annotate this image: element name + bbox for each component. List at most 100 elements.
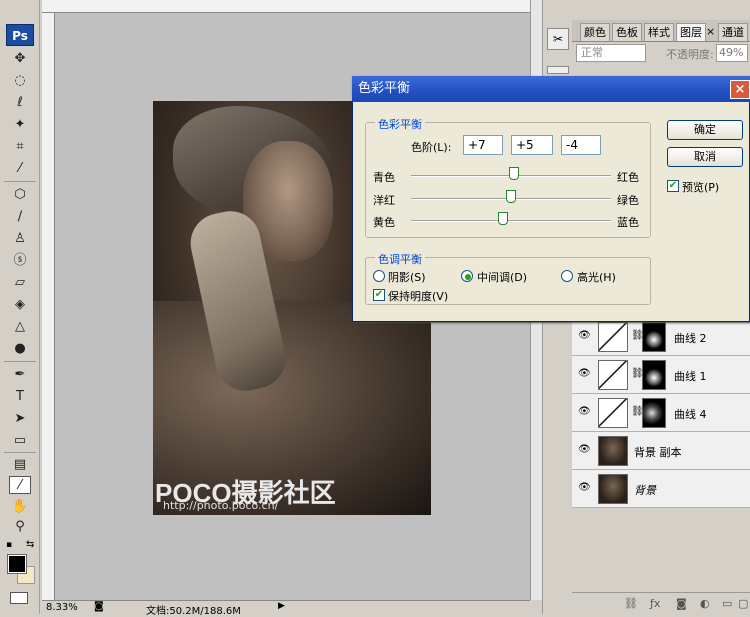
status-menu-icon[interactable]: ◙ — [94, 601, 104, 612]
eraser-tool-icon[interactable]: ▱ — [9, 274, 31, 292]
midtones-label[interactable]: 中间调(D) — [477, 269, 527, 285]
layer-name: 曲线 2 — [674, 332, 707, 345]
dialog-close-icon[interactable]: × — [730, 80, 750, 99]
layer-row[interactable]: 👁 ⛓ 曲线 1 — [572, 356, 750, 394]
horizontal-ruler — [42, 0, 530, 13]
shadows-label[interactable]: 阴影(S) — [388, 269, 426, 285]
highlights-radio[interactable] — [561, 270, 573, 282]
brush-tool-icon[interactable]: ∕ — [9, 208, 31, 226]
tab-layers[interactable]: 图层 — [676, 23, 706, 41]
visibility-eye-icon[interactable]: 👁 — [578, 406, 592, 418]
new-group-icon[interactable]: ▭ — [722, 597, 732, 610]
visibility-eye-icon[interactable]: 👁 — [578, 368, 592, 380]
midtones-radio[interactable] — [461, 270, 473, 282]
watermark-url: http://photo.poco.cn/ — [163, 499, 279, 512]
tab-styles[interactable]: 样式 — [644, 23, 674, 41]
layer-row[interactable]: 👁 背景 副本 — [572, 432, 750, 470]
yellow-blue-slider-track[interactable] — [411, 220, 611, 222]
new-layer-icon[interactable]: ▢ — [738, 597, 748, 610]
shadows-radio[interactable] — [373, 270, 385, 282]
visibility-eye-icon[interactable]: 👁 — [578, 444, 592, 456]
slider-left-label: 青色 — [373, 171, 395, 184]
pen-tool-icon[interactable]: ✒ — [9, 366, 31, 384]
slider-right-label: 绿色 — [617, 194, 639, 207]
slider-right-label: 红色 — [617, 171, 639, 184]
marquee-tool-icon[interactable]: ◌ — [9, 72, 31, 90]
preserve-luminosity-checkbox[interactable]: ✔ — [373, 289, 385, 301]
blur-tool-icon[interactable]: △ — [9, 318, 31, 336]
slider-left-label: 洋红 — [373, 194, 395, 207]
tab-close-icon[interactable]: × — [706, 25, 715, 38]
swap-colors-icon[interactable]: ⇆ — [26, 539, 34, 550]
link-layers-icon[interactable]: ⛓ — [624, 597, 638, 610]
tab-channels[interactable]: 通道 — [718, 23, 748, 41]
preview-checkbox[interactable]: ✔ — [667, 180, 679, 192]
yellow-blue-slider-thumb[interactable] — [498, 212, 508, 225]
eyedropper-tool-icon[interactable]: ⁄ — [9, 476, 31, 494]
zoom-level[interactable]: 8.33% — [46, 602, 78, 613]
quick-mask-icon[interactable] — [10, 592, 28, 604]
tool-separator — [4, 452, 36, 453]
crop-tool-icon[interactable]: ⌗ — [9, 138, 31, 156]
opacity-input[interactable]: 49% — [716, 44, 748, 62]
layer-name: 曲线 4 — [674, 408, 707, 421]
panel-tabs: 颜色 色板 样式 图层 × 通道 — [572, 20, 750, 42]
curves-adjustment-icon — [598, 322, 628, 352]
zoom-tool-icon[interactable]: ⚲ — [9, 518, 31, 536]
layer-row[interactable]: 👁 ⛓ 曲线 2 — [572, 318, 750, 356]
slider-left-label: 黄色 — [373, 216, 395, 229]
adjustment-layer-icon[interactable]: ◐ — [700, 597, 710, 610]
cyan-red-slider-thumb[interactable] — [509, 167, 519, 180]
tab-color[interactable]: 颜色 — [580, 23, 610, 41]
magic-wand-tool-icon[interactable]: ✦ — [9, 116, 31, 134]
layer-name: 背景 副本 — [634, 446, 682, 459]
layer-thumbnail — [598, 436, 628, 466]
lasso-tool-icon[interactable]: ℓ — [9, 94, 31, 112]
color-balance-group-title: 色彩平衡 — [375, 116, 425, 132]
blend-mode-select[interactable]: 正常 — [576, 44, 646, 62]
status-arrow-icon[interactable]: ▶ — [278, 601, 285, 611]
level-yellow-blue-input[interactable]: -4 — [561, 135, 601, 155]
dodge-tool-icon[interactable]: ● — [9, 340, 31, 358]
highlights-label[interactable]: 高光(H) — [577, 269, 616, 285]
hand-tool-icon[interactable]: ✋ — [9, 498, 31, 516]
level-cyan-red-input[interactable]: +7 — [463, 135, 503, 155]
type-tool-icon[interactable]: T — [9, 388, 31, 406]
vertical-ruler — [42, 13, 55, 600]
path-selection-tool-icon[interactable]: ➤ — [9, 410, 31, 428]
clone-stamp-tool-icon[interactable]: ♙ — [9, 230, 31, 248]
layers-panel-footer: ⛓ ƒx ◙ ◐ ▭ ▢ — [572, 592, 750, 614]
layer-row[interactable]: 👁 ⛓ 曲线 4 — [572, 394, 750, 432]
eyedropper-slice-tool-icon[interactable]: ⁄ — [9, 160, 31, 178]
level-magenta-green-input[interactable]: +5 — [511, 135, 553, 155]
curves-adjustment-icon — [598, 360, 628, 390]
add-mask-icon[interactable]: ◙ — [676, 597, 687, 610]
paint-bucket-tool-icon[interactable]: ◈ — [9, 296, 31, 314]
notes-tool-icon[interactable]: ▤ — [9, 456, 31, 474]
dialog-title[interactable]: 色彩平衡 — [352, 76, 750, 102]
magenta-green-slider-thumb[interactable] — [506, 190, 516, 203]
cancel-button[interactable]: 取消 — [667, 147, 743, 167]
foreground-color-swatch[interactable] — [7, 554, 27, 574]
visibility-eye-icon[interactable]: 👁 — [578, 330, 592, 342]
status-bar: 8.33% ◙ 文档:50.2M/188.6M ▶ — [42, 600, 530, 617]
layer-mask-thumbnail[interactable] — [642, 360, 666, 390]
history-brush-tool-icon[interactable]: ⓢ — [9, 252, 31, 270]
visibility-eye-icon[interactable]: 👁 — [578, 482, 592, 494]
tools-preset-icon[interactable]: ✂ — [547, 28, 569, 50]
layer-row[interactable]: 👁 背景 — [572, 470, 750, 508]
dock-icon[interactable] — [547, 66, 569, 74]
preserve-luminosity-label[interactable]: 保持明度(V) — [388, 288, 448, 304]
preview-label[interactable]: 预览(P) — [682, 179, 719, 195]
move-tool-icon[interactable]: ✥ — [9, 50, 31, 68]
layer-mask-thumbnail[interactable] — [642, 398, 666, 428]
tool-separator — [4, 361, 36, 362]
healing-brush-tool-icon[interactable]: ⬡ — [9, 186, 31, 204]
default-colors-icon[interactable]: ▪ — [6, 540, 12, 550]
rectangle-tool-icon[interactable]: ▭ — [9, 432, 31, 450]
ok-button[interactable]: 确定 — [667, 120, 743, 140]
tab-swatches[interactable]: 色板 — [612, 23, 642, 41]
layer-style-icon[interactable]: ƒx — [650, 597, 660, 610]
layer-mask-thumbnail[interactable] — [642, 322, 666, 352]
tone-balance-group-title: 色调平衡 — [375, 251, 425, 267]
